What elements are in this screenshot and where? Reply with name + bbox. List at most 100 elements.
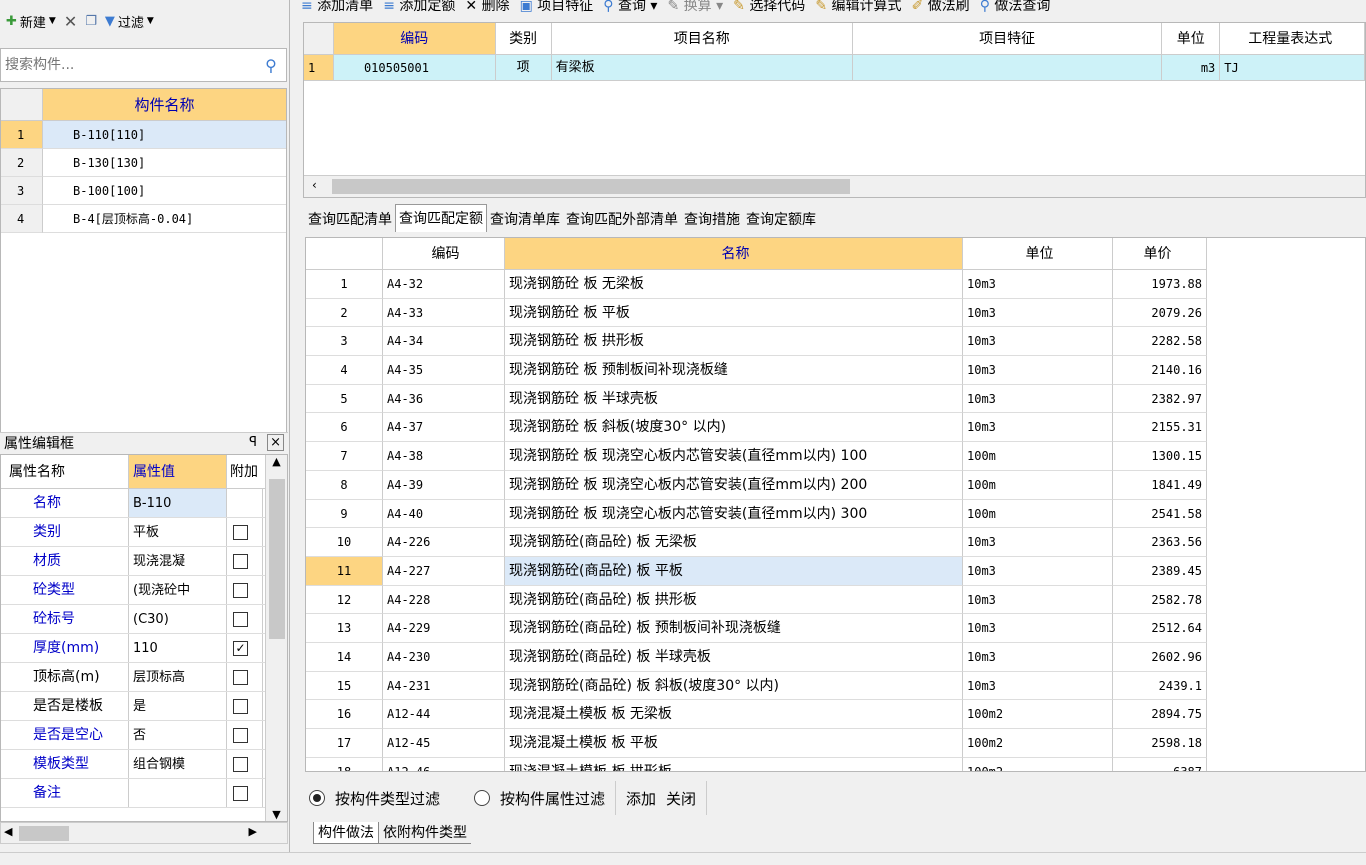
attach-checkbox[interactable] (233, 669, 248, 685)
property-value[interactable]: 110 (129, 634, 227, 662)
component-row[interactable]: 3 B-100[100] (1, 177, 286, 205)
property-value[interactable]: 组合钢模 (129, 750, 227, 778)
select-code-button[interactable]: ✎ 选择代码 (733, 0, 805, 15)
tab-match-external-list[interactable]: 查询匹配外部清单 (563, 208, 681, 232)
quota-row[interactable]: 17 A12-45 现浇混凝土模板 板 平板 100m2 2598.18 (306, 729, 1365, 758)
column-header-component-name[interactable]: 构件名称 (43, 89, 286, 121)
component-row[interactable]: 2 B-130[130] (1, 149, 286, 177)
scroll-left-icon[interactable]: ◀ (4, 825, 12, 838)
convert-button[interactable]: ✎ 换算 ▾ (667, 0, 723, 15)
search-input[interactable] (1, 51, 256, 79)
quota-row[interactable]: 7 A4-38 现浇钢筋砼 板 现浇空心板内芯管安装(直径mm以内) 100 100m… (306, 442, 1365, 471)
quota-row[interactable]: 11 A4-227 现浇钢筋砼(商品砼) 板 平板 10m3 2389.45 (306, 556, 1365, 586)
tab-match-quota[interactable]: 查询匹配定额 (395, 204, 487, 232)
property-row[interactable]: 砼类型 (现浇砼中 (1, 576, 287, 605)
quota-row[interactable]: 16 A12-44 现浇混凝土模板 板 无梁板 100m2 2894.75 (306, 700, 1365, 729)
quota-row[interactable]: 1 A4-32 现浇钢筋砼 板 无梁板 10m3 1973.88 (306, 270, 1365, 299)
attach-checkbox[interactable] (233, 756, 248, 772)
property-row[interactable]: 类别 平板 (1, 518, 287, 547)
method-query-button[interactable]: ⚲ 做法查询 (980, 0, 1051, 15)
property-row[interactable]: 厚度(mm) 110 ✓ (1, 634, 287, 663)
property-value[interactable]: B-110 (129, 489, 227, 517)
quota-row[interactable]: 6 A4-37 现浇钢筋砼 板 斜板(坡度30° 以内) 10m3 2155.31 (306, 413, 1365, 443)
method-brush-button[interactable]: ✐ 做法刷 (912, 0, 970, 15)
quota-row[interactable]: 15 A4-231 现浇钢筋砼(商品砼) 板 斜板(坡度30° 以内) 10m3 243… (306, 671, 1365, 701)
property-value[interactable] (129, 779, 227, 807)
property-value[interactable]: 是 (129, 692, 227, 720)
add-list-button[interactable]: ≡ 添加清单 (301, 0, 373, 15)
property-row[interactable]: 砼标号 (C30) (1, 605, 287, 634)
property-row[interactable]: 模板类型 组合钢模 (1, 750, 287, 779)
pin-icon[interactable]: ꟼ (249, 435, 257, 450)
property-row[interactable]: 材质 现浇混凝 (1, 547, 287, 576)
column-header-code[interactable]: 编码 (383, 238, 505, 270)
column-header-expression[interactable]: 工程量表达式 (1220, 23, 1366, 55)
scroll-down-icon[interactable]: ▼ (266, 808, 287, 821)
close-button[interactable]: 关闭 (666, 788, 696, 809)
property-row[interactable]: 名称 B-110 (1, 489, 287, 518)
column-header-unit[interactable]: 单位 (963, 238, 1113, 270)
tab-match-list[interactable]: 查询匹配清单 (305, 208, 395, 232)
attach-checkbox[interactable] (233, 727, 248, 743)
copy-icon[interactable]: ❐ (85, 14, 97, 29)
attach-checkbox[interactable] (233, 698, 248, 714)
property-value[interactable]: (现浇砼中 (129, 576, 227, 604)
property-row[interactable]: 是否是空心否 (1, 721, 287, 750)
delete-icon[interactable]: ✕ (64, 12, 77, 31)
column-header-feature[interactable]: 项目特征 (852, 23, 1163, 55)
tab-list-library[interactable]: 查询清单库 (487, 208, 563, 232)
property-value[interactable]: 平板 (129, 518, 227, 546)
scroll-right-icon[interactable]: ▶ (249, 825, 257, 838)
filter-button[interactable]: ▼ 过滤 ▼ (105, 12, 154, 31)
property-row[interactable]: 是否是楼板是 (1, 692, 287, 721)
quota-row[interactable]: 12 A4-228 现浇钢筋砼(商品砼) 板 拱形板 10m3 2582.78 (306, 585, 1365, 615)
filter-by-attribute-radio[interactable] (474, 790, 491, 806)
attach-checkbox[interactable] (233, 553, 248, 569)
query-button[interactable]: ⚲ 查询 ▾ (603, 0, 657, 15)
delete-button[interactable]: ✕ 删除 (465, 0, 509, 15)
quota-row[interactable]: 10 A4-226 现浇钢筋砼(商品砼) 板 无梁板 10m3 2363.56 (306, 528, 1365, 557)
column-header-type[interactable]: 类别 (495, 23, 552, 55)
column-header-unit[interactable]: 单位 (1162, 23, 1221, 55)
bill-row[interactable]: 1 010505001 项 有梁板 m3 TJ (304, 55, 1365, 81)
quota-row[interactable]: 2 A4-33 现浇钢筋砼 板 平板 10m3 2079.26 (306, 298, 1365, 328)
tab-attached-component-type[interactable]: 依附构件类型 (379, 822, 471, 844)
quota-row[interactable]: 14 A4-230 现浇钢筋砼(商品砼) 板 半球壳板 10m3 2602.96 (306, 642, 1365, 672)
quota-row[interactable]: 4 A4-35 现浇钢筋砼 板 预制板间补现浇板缝 10m3 2140.16 (306, 356, 1365, 385)
property-value[interactable]: 否 (129, 721, 227, 749)
quota-row[interactable]: 13 A4-229 现浇钢筋砼(商品砼) 板 预制板间补现浇板缝 10m3 2512.6… (306, 614, 1365, 643)
filter-by-type-radio[interactable] (309, 790, 325, 806)
item-feature-button[interactable]: ▣ 项目特征 (520, 0, 594, 15)
property-hscrollbar[interactable]: ◀ ▶ (0, 822, 288, 844)
quota-row[interactable]: 9 A4-40 现浇钢筋砼 板 现浇空心板内芯管安装(直径mm以内) 300 100m… (306, 499, 1365, 529)
component-row[interactable]: 1 B-110[110] (1, 121, 286, 149)
attach-checkbox[interactable] (233, 785, 248, 801)
property-row[interactable]: 顶标高(m) 层顶标高 (1, 663, 287, 692)
new-button[interactable]: ✚ 新建 ▼ (6, 12, 56, 31)
search-icon[interactable]: ⚲ (256, 56, 286, 75)
column-header-price[interactable]: 单价 (1113, 238, 1207, 270)
property-value[interactable]: 现浇混凝 (129, 547, 227, 575)
edit-formula-button[interactable]: ✎ 编辑计算式 (815, 0, 901, 15)
quota-row[interactable]: 8 A4-39 现浇钢筋砼 板 现浇空心板内芯管安装(直径mm以内) 200 100m… (306, 470, 1365, 500)
attach-checkbox[interactable] (233, 611, 248, 627)
column-header-code[interactable]: 编码 (333, 23, 496, 55)
bill-list-hscrollbar[interactable]: ‹ (304, 175, 1365, 197)
tab-measures[interactable]: 查询措施 (681, 208, 743, 232)
property-value[interactable]: 层顶标高 (129, 663, 227, 691)
quota-row[interactable]: 5 A4-36 现浇钢筋砼 板 半球壳板 10m3 2382.97 (306, 384, 1365, 414)
scroll-up-icon[interactable]: ▲ (266, 455, 287, 468)
property-row[interactable]: 备注 (1, 779, 287, 808)
scroll-left-icon[interactable]: ‹ (312, 178, 317, 192)
attach-checkbox[interactable] (233, 524, 248, 540)
close-icon[interactable]: × (267, 434, 284, 451)
tab-quota-library[interactable]: 查询定额库 (743, 208, 819, 232)
property-scrollbar[interactable]: ▲ ▼ (265, 455, 287, 821)
column-header-item-name[interactable]: 项目名称 (551, 23, 853, 55)
quota-row[interactable]: 18 A12-46 现浇混凝土模板 板 拱形板 100m2 6387 (306, 757, 1365, 771)
tab-component-method[interactable]: 构件做法 (313, 822, 379, 844)
add-button[interactable]: 添加 (626, 788, 656, 809)
quota-row[interactable]: 3 A4-34 现浇钢筋砼 板 拱形板 10m3 2282.58 (306, 327, 1365, 357)
attach-checkbox[interactable]: ✓ (233, 640, 248, 656)
column-header-name[interactable]: 名称 (505, 238, 963, 270)
